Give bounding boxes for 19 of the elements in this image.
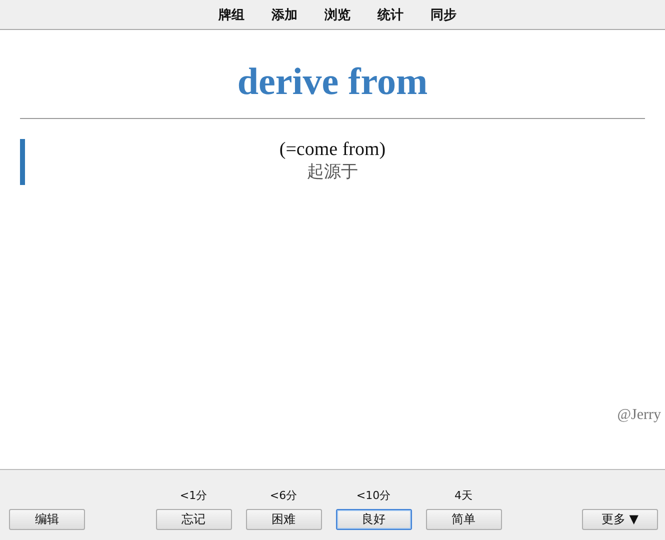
menu-item[interactable]: 添加 [272,6,298,24]
edit-button[interactable]: 编辑 [9,509,85,530]
menu-item[interactable]: 同步 [430,6,456,24]
definition-text: (=come from) [279,139,386,161]
interval-label: <1分 [180,488,208,503]
answer-button[interactable]: 困难 [246,509,322,530]
interval-label: <10分 [356,488,391,503]
signature-text: @Jerry [617,407,661,424]
menu-item[interactable]: 浏览 [324,6,350,24]
translation-text: 起源于 [307,161,358,183]
card-title: derive from [236,60,429,104]
interval-label: 4天 [454,488,472,503]
answer-button[interactable]: 简单 [426,509,502,530]
answer-button[interactable]: 忘记 [156,509,232,530]
more-button[interactable]: 更多 ▼ [582,509,658,530]
answer-button[interactable]: 良好 [336,509,412,530]
menu-item[interactable]: 牌组 [218,6,244,24]
menu-item[interactable]: 统计 [378,6,404,24]
interval-label: <6分 [270,488,298,503]
